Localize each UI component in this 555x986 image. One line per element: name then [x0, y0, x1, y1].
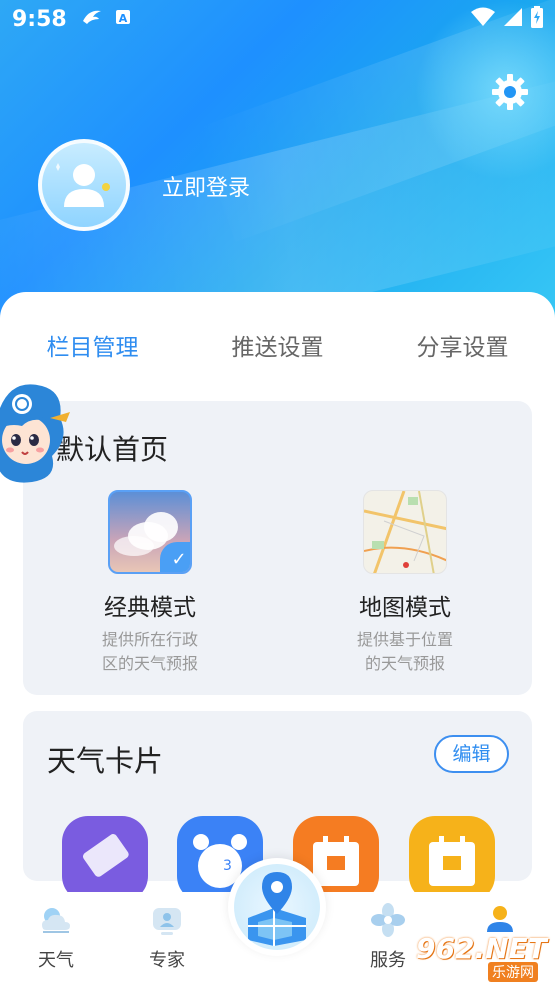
nav-item-expert[interactable]: 专家	[127, 902, 207, 972]
map-mode-name: 地图模式	[359, 595, 451, 621]
battery-charging-icon	[531, 6, 543, 32]
svg-text:A: A	[118, 12, 127, 25]
tab-share-settings[interactable]: 分享设置	[370, 328, 555, 368]
edit-button[interactable]: 编辑	[434, 735, 509, 773]
user-silhouette-icon	[56, 163, 110, 207]
tab-push-settings[interactable]: 推送设置	[185, 328, 370, 368]
nav-label-weather: 天气	[38, 950, 74, 971]
classic-mode-desc: 提供所在行政 区的天气预报	[101, 630, 198, 673]
login-link[interactable]: 立即登录	[162, 170, 250, 202]
classic-mode-option[interactable]: ✓ 经典模式 提供所在行政 区的天气预报	[50, 490, 250, 676]
calendar-yellow-card-icon[interactable]	[409, 816, 495, 902]
map-mode-desc: 提供基于位置 的天气预报	[356, 630, 453, 673]
watermark-text: 962.NET	[416, 932, 547, 965]
tag-card-icon[interactable]	[62, 816, 148, 902]
checkmark-icon: ✓	[160, 542, 190, 572]
app-a-icon: A	[115, 9, 131, 29]
wifi-icon	[471, 7, 495, 31]
nav-item-weather[interactable]: 天气	[16, 902, 96, 972]
map-mode-option[interactable]: 地图模式 提供基于位置 的天气预报	[305, 490, 505, 676]
nav-label-expert: 专家	[149, 950, 185, 971]
gear-icon[interactable]	[490, 72, 530, 112]
mascot-float-widget[interactable]	[0, 378, 72, 496]
map-location-icon	[234, 864, 320, 950]
notification-bird-icon	[81, 7, 103, 31]
map-location-button[interactable]	[228, 858, 326, 956]
tab-column-management[interactable]: 栏目管理	[0, 328, 185, 368]
settings-tabs: 栏目管理 推送设置 分享设置	[0, 328, 555, 368]
map-mode-thumbnail	[363, 490, 447, 574]
service-flower-icon	[371, 903, 405, 937]
classic-mode-name: 经典模式	[104, 595, 196, 621]
classic-mode-thumbnail: ✓	[108, 490, 192, 574]
svg-text:3: 3	[223, 858, 232, 874]
default-home-title: 默认首页	[56, 433, 169, 466]
signal-icon	[503, 7, 523, 31]
status-bar: 9:58 A	[0, 0, 555, 38]
watermark-logo: 962.NET 乐游网	[416, 932, 551, 982]
weather-cloud-icon	[42, 908, 70, 933]
watermark-subtext: 乐游网	[488, 962, 538, 982]
avatar[interactable]	[38, 139, 130, 231]
weather-cards-title: 天气卡片	[47, 744, 164, 778]
expert-icon	[153, 908, 181, 935]
status-time: 9:58	[12, 6, 67, 32]
